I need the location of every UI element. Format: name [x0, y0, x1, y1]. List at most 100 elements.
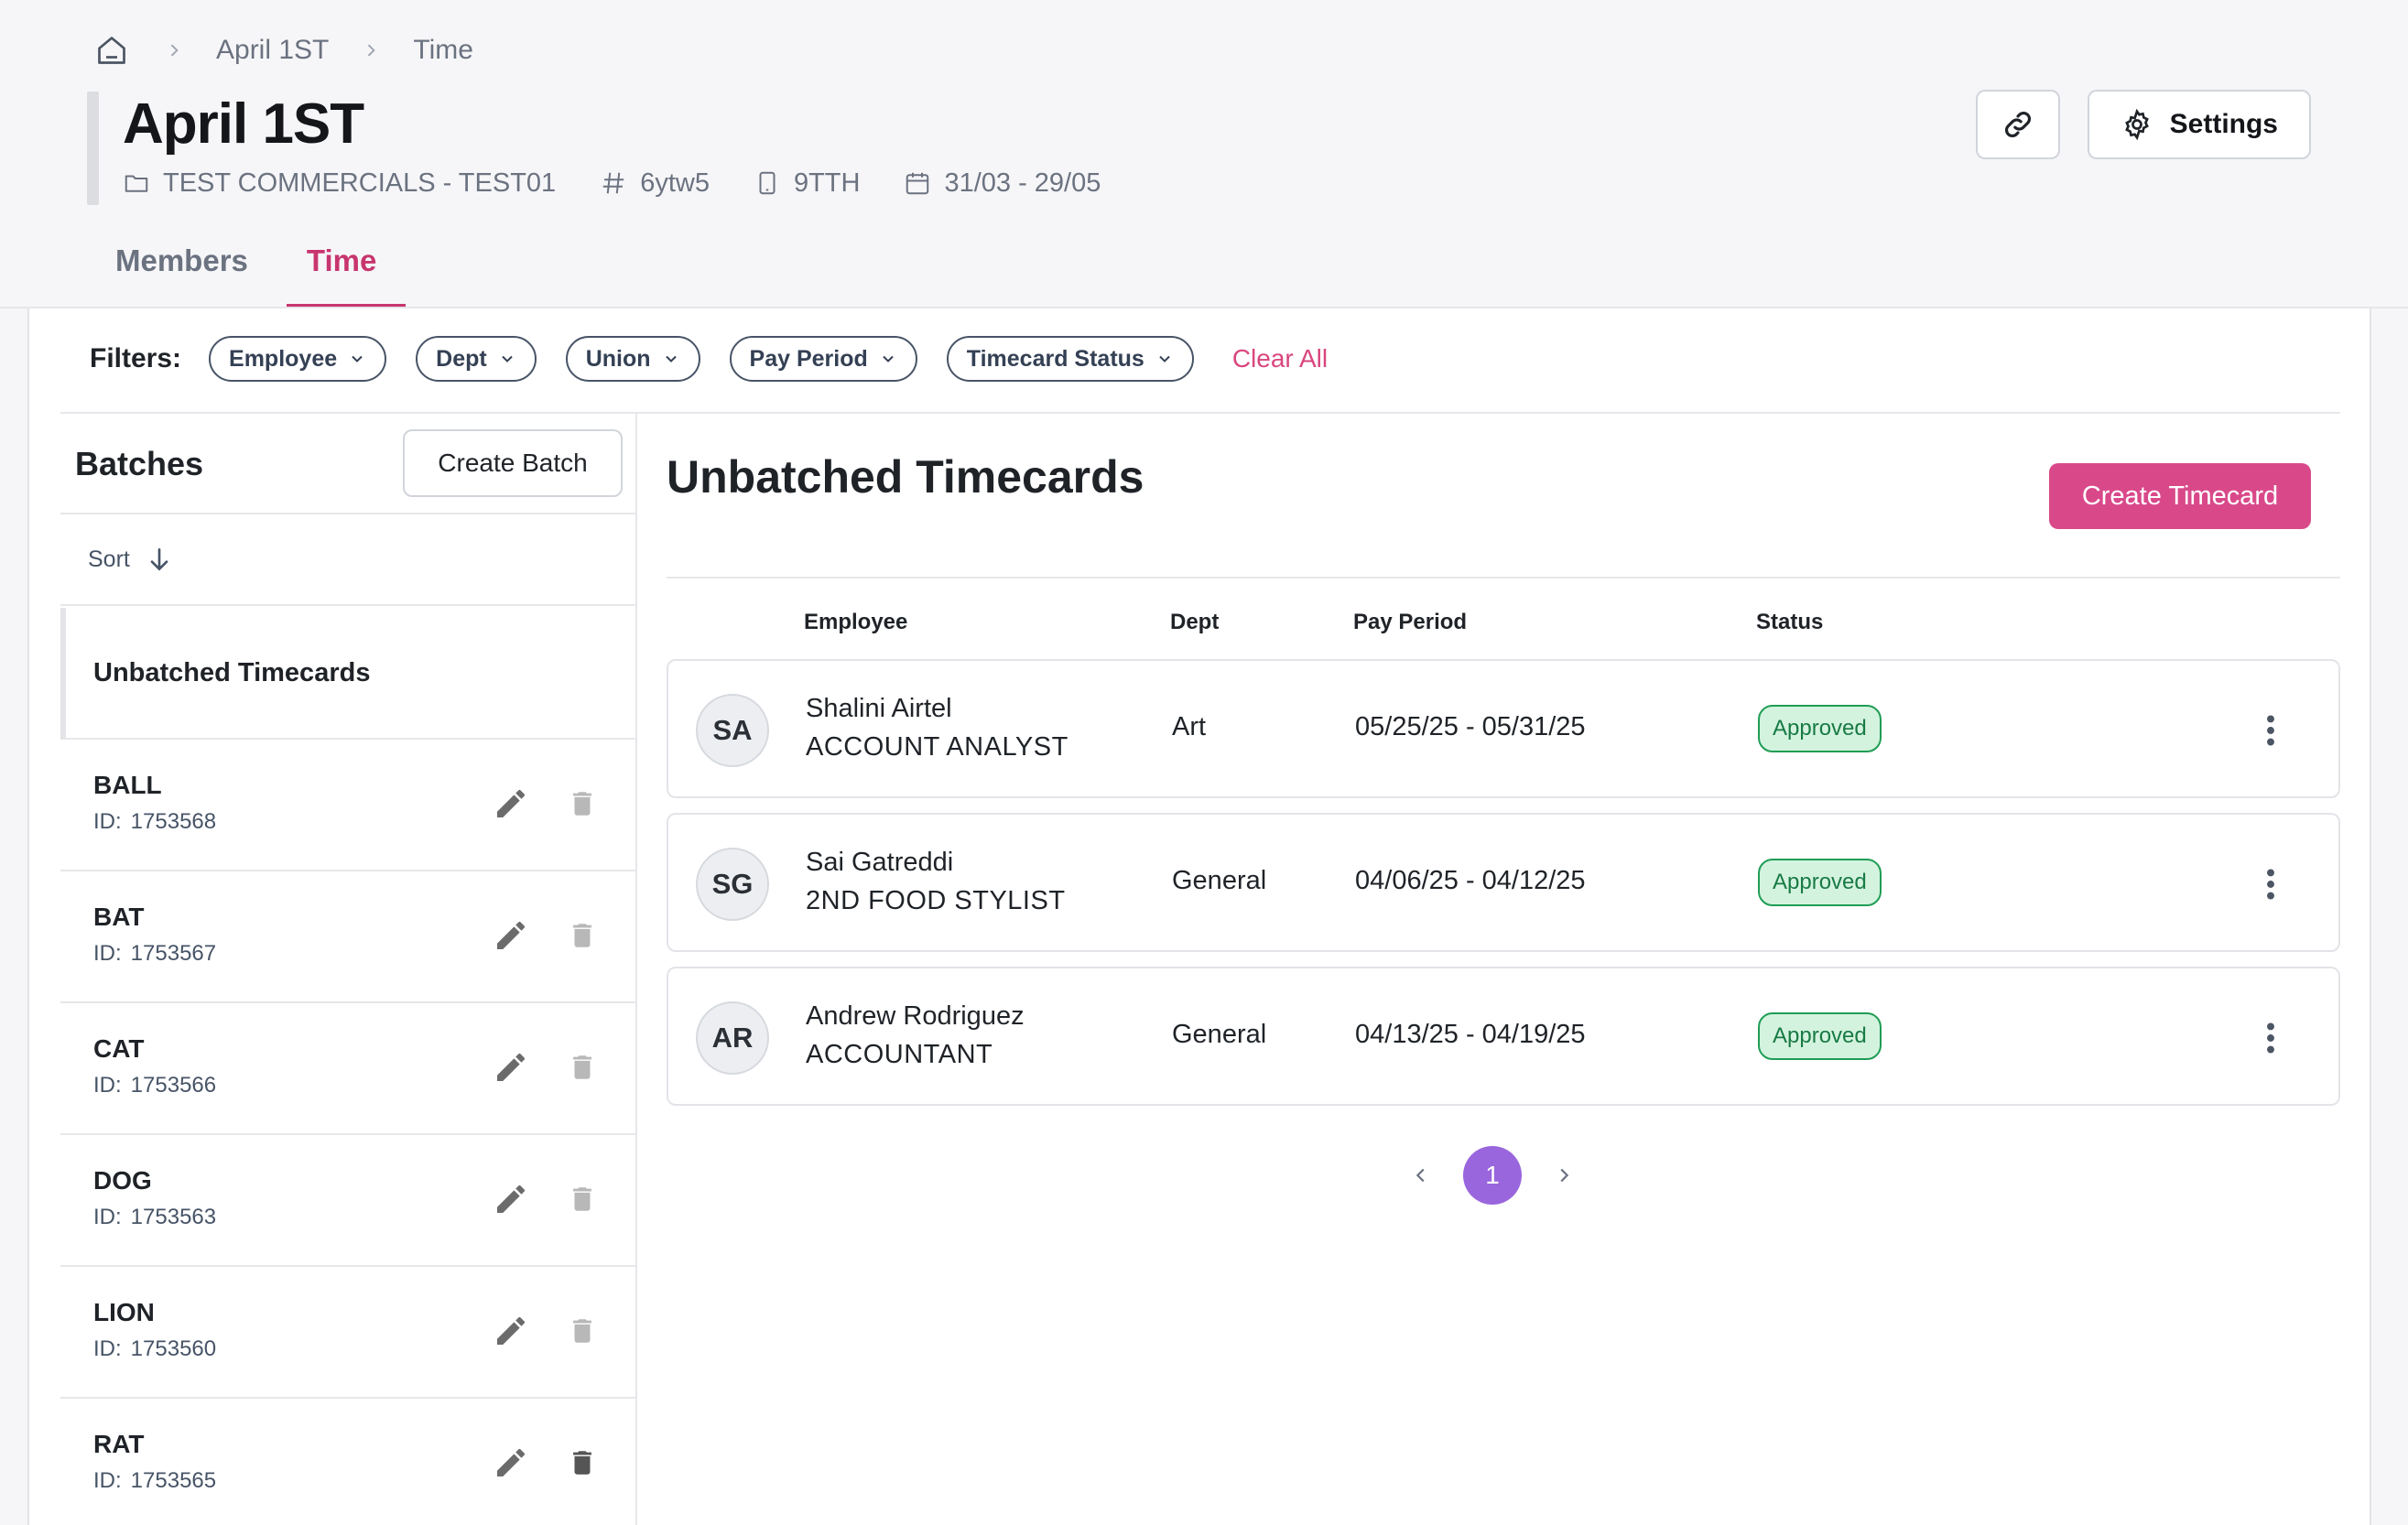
batch-name: DOG [93, 1166, 152, 1195]
employee-name: Sai Gatreddi [806, 848, 954, 877]
chevron-down-icon [352, 355, 363, 362]
breadcrumb-item-project[interactable]: April 1ST [216, 35, 329, 66]
tab-time[interactable]: Time [279, 233, 407, 308]
batch-id-value: 1753560 [130, 1336, 217, 1361]
column-header-employee[interactable]: Employee [804, 610, 907, 635]
chevron-right-icon [354, 34, 387, 67]
create-timecard-button[interactable]: Create Timecard [2049, 463, 2311, 529]
pencil-icon[interactable] [491, 1311, 531, 1351]
timecard-pay-period: 04/06/25 - 04/12/25 [1355, 866, 1586, 895]
filter-union-label: Union [585, 345, 651, 372]
batch-id-label: ID: [93, 1205, 122, 1229]
status-badge: Approved [1758, 1012, 1882, 1060]
batch-item[interactable]: BALL ID: 1753568 [60, 740, 635, 871]
avatar: AR [696, 1001, 769, 1075]
copy-link-button[interactable] [1975, 90, 2060, 159]
page-number-button[interactable]: 1 [1463, 1146, 1522, 1205]
timecard-row[interactable]: SG Sai Gatreddi 2ND FOOD STYLIST General… [667, 813, 2340, 952]
meta-dates-text: 31/03 - 29/05 [944, 168, 1101, 198]
arrow-down-icon [150, 548, 168, 571]
batch-name: BALL [93, 771, 162, 799]
column-header-status[interactable]: Status [1756, 610, 1823, 635]
next-page-button[interactable] [1546, 1157, 1582, 1194]
batch-id: ID: 1753560 [93, 1336, 216, 1362]
batch-item-unbatched[interactable]: Unbatched Timecards [60, 608, 635, 740]
pencil-icon[interactable] [491, 784, 531, 824]
batch-id-value: 1753565 [130, 1468, 217, 1493]
trash-icon[interactable] [564, 1311, 601, 1351]
batches-header: Batches Create Batch [60, 414, 635, 514]
calendar-icon [906, 172, 929, 195]
batch-id: ID: 1753566 [93, 1073, 216, 1098]
kebab-menu-icon[interactable] [2252, 1016, 2289, 1060]
tab-members[interactable]: Members [88, 233, 276, 308]
chevron-right-icon [157, 34, 190, 67]
timecard-dept: Art [1172, 712, 1207, 741]
chevron-down-icon [883, 355, 894, 362]
filter-employee[interactable]: Employee [209, 336, 387, 382]
batch-item[interactable]: CAT ID: 1753566 [60, 1003, 635, 1135]
header-actions: Settings [1975, 90, 2311, 159]
filters-label: Filters: [90, 343, 182, 373]
column-header-dept[interactable]: Dept [1170, 610, 1219, 635]
timecards-divider [667, 577, 2340, 579]
timecard-row[interactable]: AR Andrew Rodriguez ACCOUNTANT General 0… [667, 967, 2340, 1106]
previous-page-button[interactable] [1403, 1157, 1439, 1194]
page-header: April 1ST Time April 1ST TEST COMMERCIAL… [0, 0, 2408, 308]
timecard-dept: General [1172, 866, 1267, 895]
filter-timecard-status-label: Timecard Status [966, 345, 1144, 372]
avatar: SG [696, 848, 769, 921]
batch-item[interactable]: RAT ID: 1753565 [60, 1399, 635, 1525]
settings-button-label: Settings [2169, 109, 2278, 139]
trash-icon[interactable] [564, 1179, 601, 1219]
kebab-menu-icon[interactable] [2252, 708, 2289, 752]
pencil-icon[interactable] [491, 1179, 531, 1219]
batches-panel: Batches Create Batch Sort Unbatched Time… [60, 414, 637, 1525]
chevron-down-icon [501, 355, 513, 362]
settings-button[interactable]: Settings [2087, 90, 2311, 159]
employee-role: ACCOUNT ANALYST [806, 732, 1068, 762]
meta-device: 9TTH [754, 168, 860, 199]
trash-icon[interactable] [564, 915, 601, 956]
pencil-icon[interactable] [491, 1443, 531, 1483]
filter-union[interactable]: Union [565, 336, 700, 382]
hash-icon [602, 172, 624, 194]
batch-name: CAT [93, 1034, 145, 1063]
batch-item[interactable]: LION ID: 1753560 [60, 1267, 635, 1399]
filter-dept[interactable]: Dept [416, 336, 537, 382]
timecard-row[interactable]: SA Shalini Airtel ACCOUNT ANALYST Art 05… [667, 659, 2340, 798]
trash-icon[interactable] [564, 1047, 601, 1087]
filter-timecard-status[interactable]: Timecard Status [946, 336, 1194, 382]
batch-id-value: 1753568 [130, 809, 217, 834]
batch-item[interactable]: DOG ID: 1753563 [60, 1135, 635, 1267]
column-header-pay-period[interactable]: Pay Period [1353, 610, 1467, 635]
sort-control[interactable]: Sort [60, 514, 635, 606]
timecard-rows: SA Shalini Airtel ACCOUNT ANALYST Art 05… [667, 659, 2340, 1120]
timecard-dept: General [1172, 1020, 1267, 1049]
filter-pay-period[interactable]: Pay Period [729, 336, 917, 382]
pencil-icon[interactable] [491, 1047, 531, 1087]
batch-id-label: ID: [93, 1073, 122, 1098]
filter-bar: Filters: Employee Dept Union Pay Period … [90, 334, 1328, 384]
timecards-panel: Unbatched Timecards Create Timecard Empl… [637, 414, 2340, 1525]
sort-label: Sort [88, 546, 130, 572]
pencil-icon[interactable] [491, 915, 531, 956]
batch-id-label: ID: [93, 809, 122, 834]
main-content: Filters: Employee Dept Union Pay Period … [27, 308, 2371, 1525]
clear-all-filters-link[interactable]: Clear All [1232, 344, 1328, 373]
project-meta: TEST COMMERCIALS - TEST01 6ytw5 9TTH 31/… [123, 165, 1144, 201]
create-batch-button[interactable]: Create Batch [403, 429, 623, 497]
batch-name: LION [93, 1298, 155, 1326]
filter-employee-label: Employee [229, 345, 338, 372]
batch-name: BAT [93, 903, 145, 931]
employee-name: Andrew Rodriguez [806, 1001, 1025, 1031]
employee-name: Shalini Airtel [806, 694, 952, 723]
trash-icon[interactable] [564, 1443, 601, 1483]
home-icon[interactable] [92, 30, 132, 70]
kebab-menu-icon[interactable] [2252, 862, 2289, 906]
meta-project-text: TEST COMMERCIALS - TEST01 [163, 168, 557, 198]
batch-name: RAT [93, 1430, 145, 1458]
trash-icon[interactable] [564, 784, 601, 824]
employee-role: 2ND FOOD STYLIST [806, 886, 1066, 915]
batch-item[interactable]: BAT ID: 1753567 [60, 871, 635, 1003]
